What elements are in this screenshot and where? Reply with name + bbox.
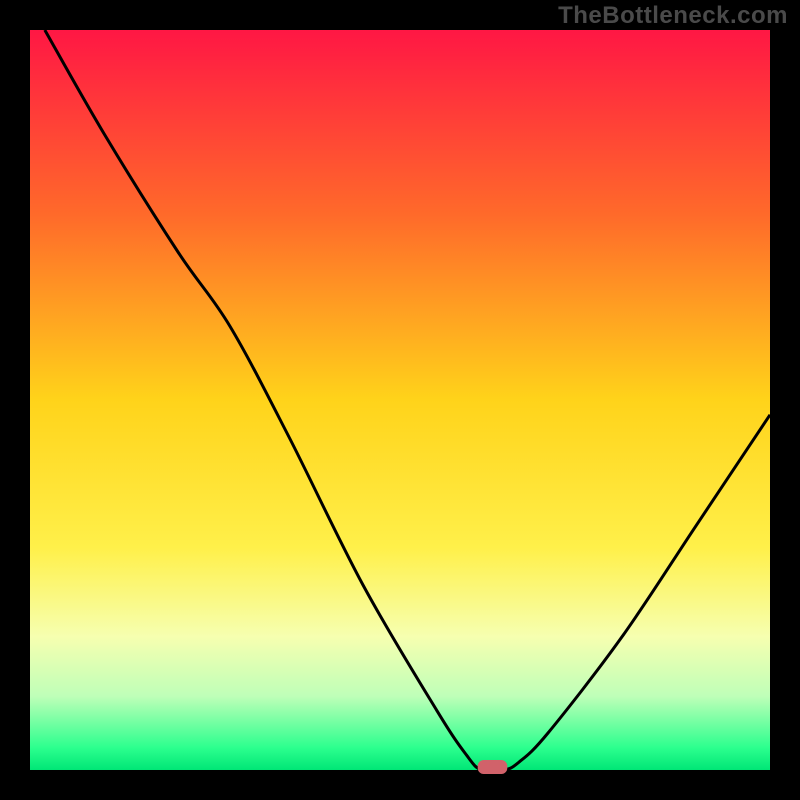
plot-background [30,30,770,770]
chart-frame: TheBottleneck.com [0,0,800,800]
bottleneck-chart-svg [0,0,800,800]
watermark-label: TheBottleneck.com [558,2,788,30]
optimal-marker [478,760,508,774]
